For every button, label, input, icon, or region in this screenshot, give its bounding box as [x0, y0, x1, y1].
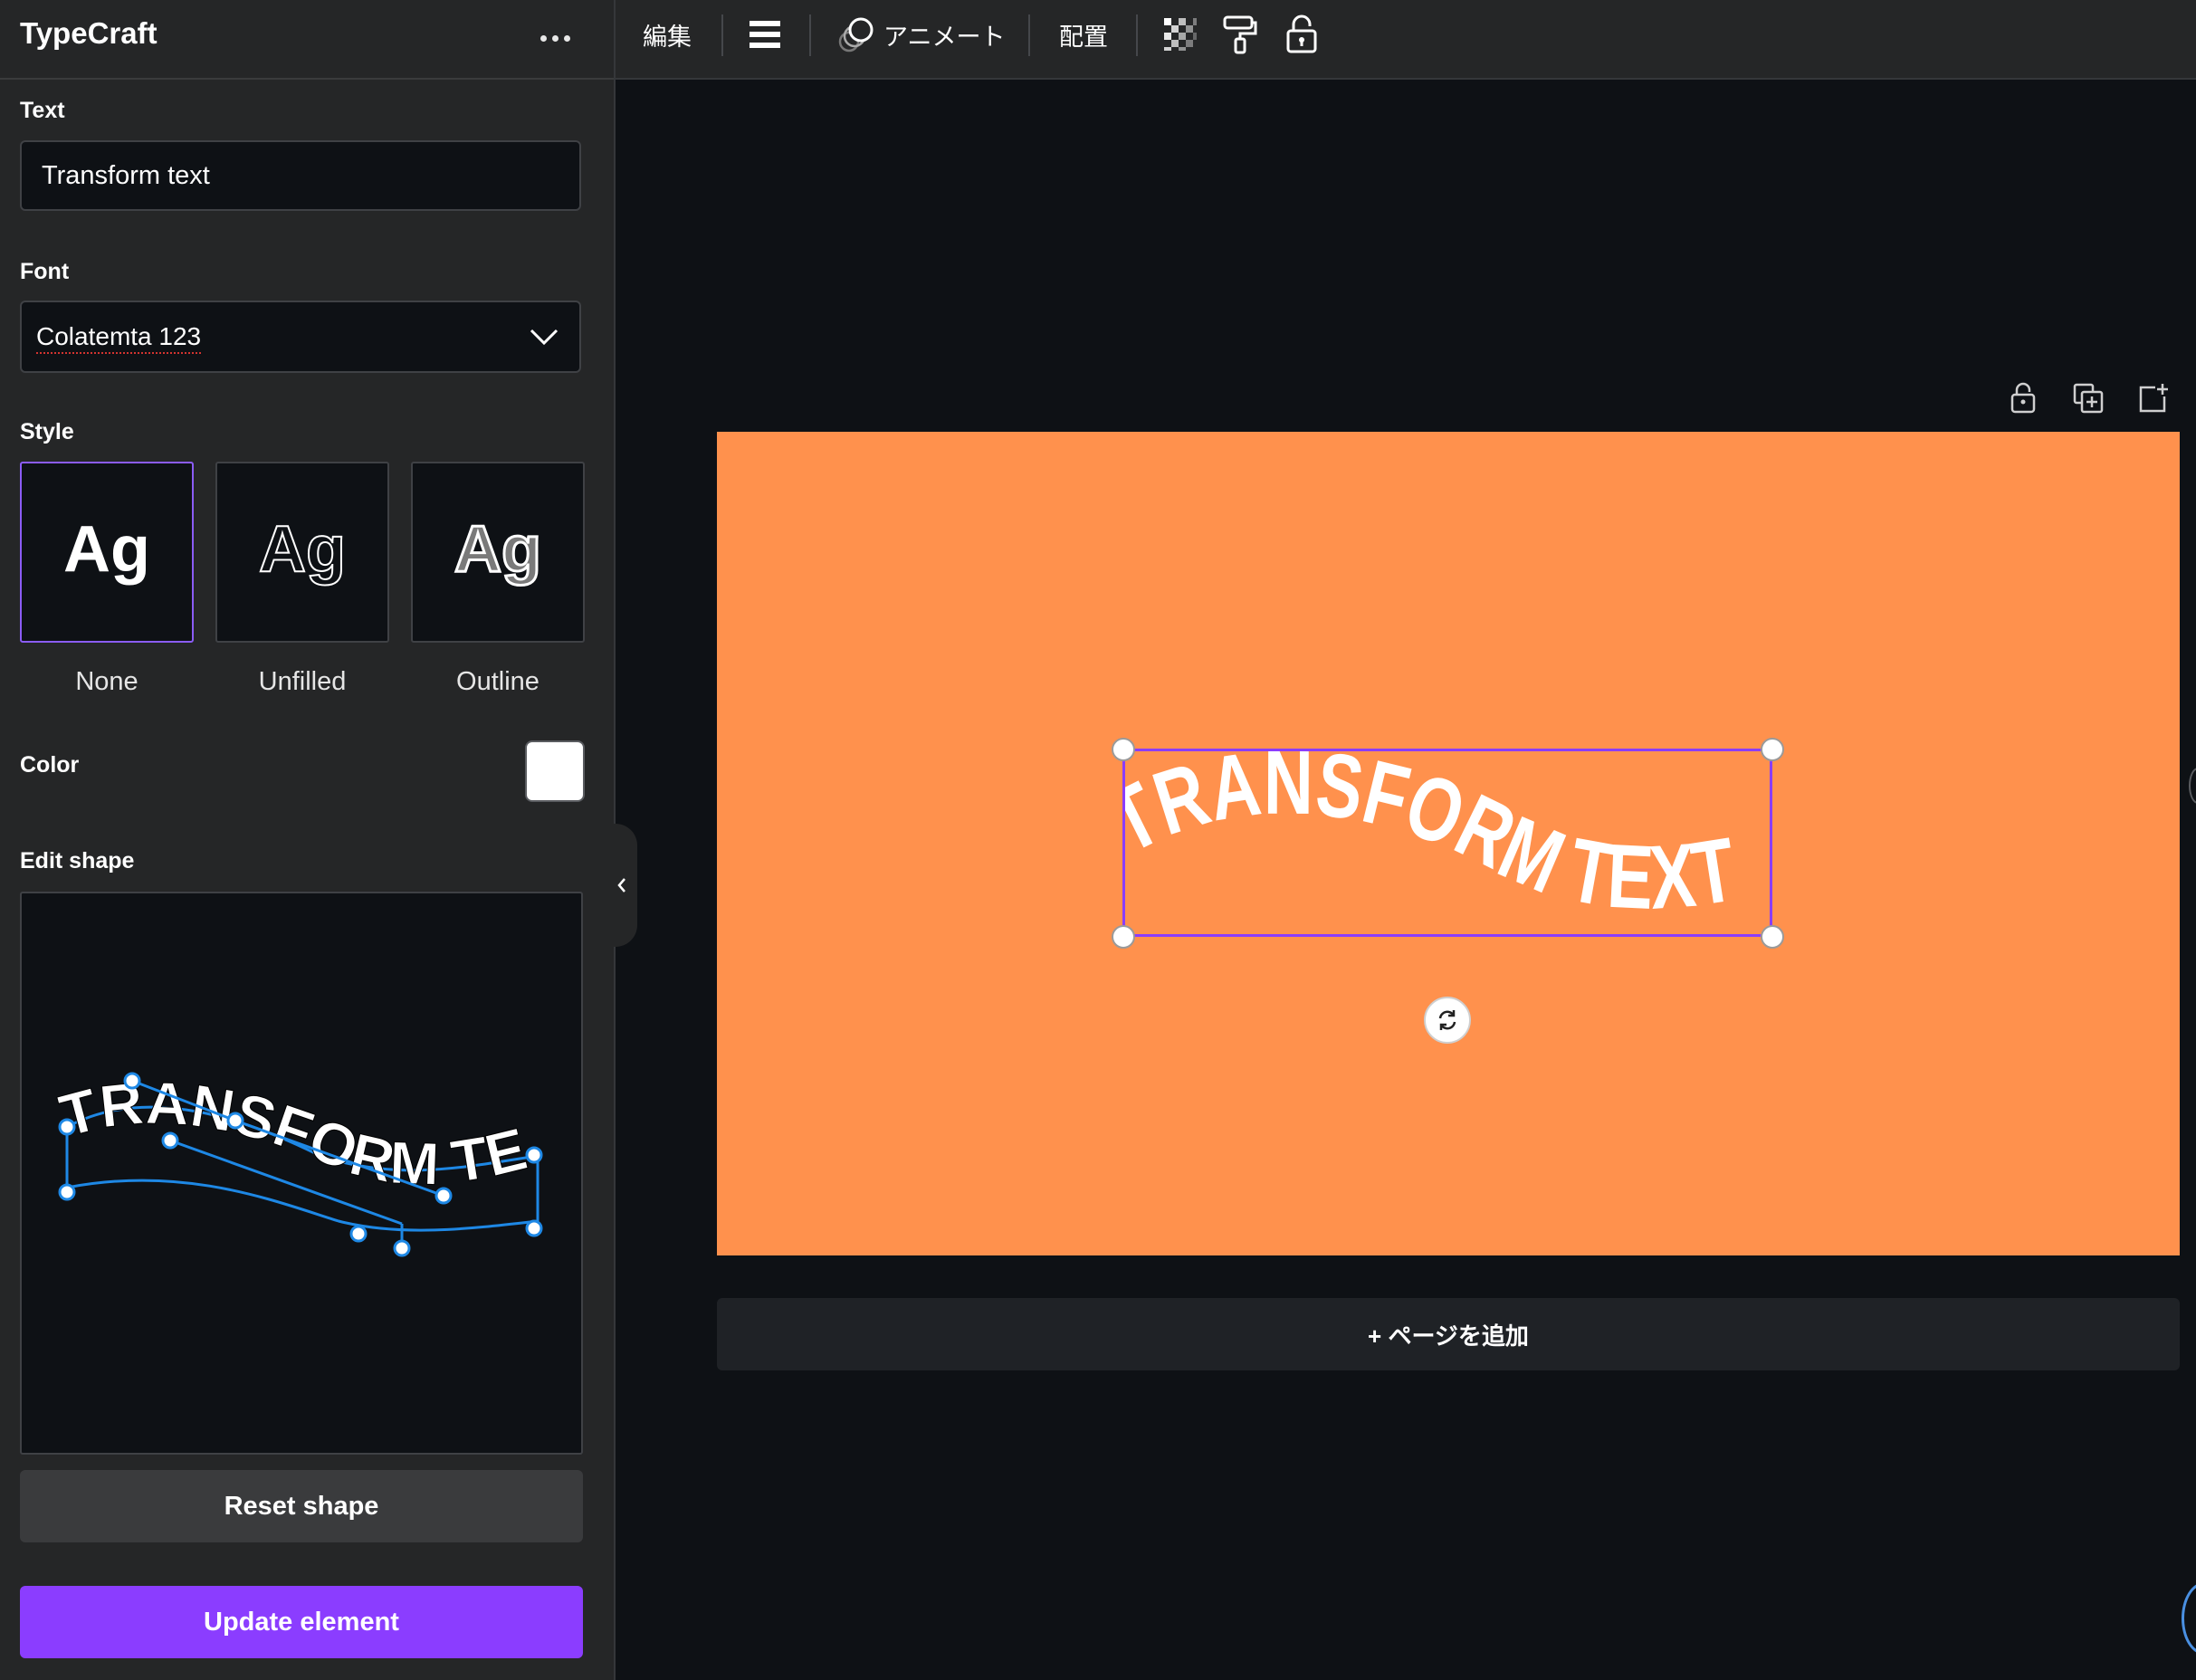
- rotate-icon: [1438, 1010, 1456, 1030]
- duplicate-page-button[interactable]: [2068, 378, 2108, 418]
- animate-icon: [838, 17, 874, 52]
- style-label-none: None: [75, 667, 138, 696]
- toolbar-separator: [809, 14, 811, 56]
- resize-handle-top-right[interactable]: [1761, 738, 1784, 761]
- animate-button[interactable]: アニメート: [836, 0, 1005, 69]
- style-sample-outline: Ag: [454, 512, 543, 587]
- app-title: TypeCraft: [20, 16, 158, 50]
- shape-editor[interactable]: TRANSFORM TEXT: [1, 839, 583, 1455]
- line-spacing-icon: [750, 21, 780, 48]
- svg-text:Ag: Ag: [259, 513, 346, 586]
- add-page-button[interactable]: + ページを追加: [717, 1298, 2180, 1370]
- transparency-icon: [1164, 18, 1197, 51]
- chevron-left-icon: [617, 878, 625, 892]
- toolbar-separator: [721, 14, 723, 56]
- sidebar-header: TypeCraft: [0, 0, 614, 80]
- edit-button[interactable]: 編集: [643, 0, 692, 69]
- lock-button[interactable]: [1285, 0, 1318, 69]
- resize-handle-bottom-left[interactable]: [1112, 925, 1135, 949]
- color-swatch[interactable]: [525, 740, 585, 802]
- scroll-indicator[interactable]: [2189, 768, 2196, 804]
- paint-roller-icon: [1223, 15, 1257, 54]
- resize-handle-top-left[interactable]: [1112, 738, 1135, 761]
- shape-preview-text: TRANSFORM TEXT: [22, 893, 533, 1198]
- animate-label: アニメート: [883, 23, 1006, 51]
- selection-box[interactable]: [1122, 749, 1772, 937]
- help-button[interactable]: [2182, 1582, 2196, 1655]
- reset-shape-button[interactable]: Reset shape: [20, 1470, 583, 1542]
- style-sample-unfilled: Ag: [258, 512, 347, 587]
- svg-text:Ag: Ag: [454, 513, 541, 586]
- sidebar-panel: TypeCraft Text Transform text Font Colat…: [0, 0, 614, 1680]
- position-button[interactable]: 配置: [1059, 0, 1108, 69]
- top-toolbar: 編集 アニメート 配置: [616, 0, 2196, 80]
- toolbar-separator: [1136, 14, 1138, 56]
- style-label-unfilled: Unfilled: [258, 667, 347, 696]
- font-label: Font: [20, 259, 70, 284]
- toolbar-separator: [1028, 14, 1030, 56]
- edit-shape-label: Edit shape: [20, 848, 135, 873]
- text-input[interactable]: Transform text: [20, 140, 581, 211]
- rotate-button[interactable]: [1424, 997, 1471, 1044]
- dot-icon: [563, 34, 570, 42]
- lock-icon: [2010, 382, 2036, 414]
- font-dropdown[interactable]: Colatemta 123: [20, 301, 581, 373]
- dot-icon: [539, 34, 547, 42]
- transparency-button[interactable]: [1162, 0, 1198, 69]
- lock-page-button[interactable]: [2003, 378, 2043, 418]
- spacing-button[interactable]: [748, 0, 782, 69]
- text-label: Text: [20, 98, 65, 123]
- style-option-outline[interactable]: Ag: [411, 462, 585, 643]
- add-page-icon-button[interactable]: [2134, 378, 2173, 418]
- more-options-button[interactable]: [532, 20, 578, 56]
- resize-handle-bottom-right[interactable]: [1761, 925, 1784, 949]
- update-element-button[interactable]: Update element: [20, 1586, 583, 1658]
- svg-text:Ag: Ag: [63, 513, 150, 586]
- color-label: Color: [20, 752, 80, 778]
- unlock-icon: [1286, 14, 1317, 53]
- style-label-outline: Outline: [456, 667, 539, 696]
- collapse-panel-button[interactable]: [606, 824, 637, 947]
- dot-icon: [551, 34, 559, 42]
- shape-preview: TRANSFORM TEXT: [1, 839, 543, 1257]
- add-page-icon: [2139, 384, 2168, 413]
- duplicate-icon: [2073, 383, 2104, 414]
- style-option-unfilled[interactable]: Ag: [215, 462, 389, 643]
- style-label: Style: [20, 419, 74, 444]
- chevron-down-icon: [530, 329, 559, 346]
- style-sample-none: Ag: [63, 513, 150, 586]
- style-option-none[interactable]: Ag: [20, 462, 194, 643]
- font-value: Colatemta 123: [36, 322, 202, 354]
- paint-format-button[interactable]: [1222, 0, 1258, 69]
